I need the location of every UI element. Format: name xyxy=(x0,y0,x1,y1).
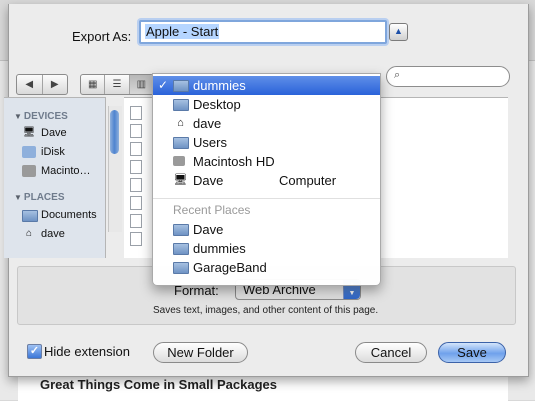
back-forward-control: ◀ ▶ xyxy=(16,74,68,95)
checkmark-icon: ✓ xyxy=(158,78,169,92)
location-menu: ✓ dummies Desktop ⌂ dave Users Macintosh… xyxy=(152,73,381,286)
sidebar-item-dave-home[interactable]: ⌂ dave xyxy=(22,228,65,240)
menu-item-recent-dave[interactable]: Dave xyxy=(153,220,380,239)
sidebar: ▼ DEVICES 🖥 Dave iDisk Macinto… ▼ PLACES Do… xyxy=(4,97,106,258)
cancel-button[interactable]: Cancel xyxy=(355,342,427,363)
menu-item-dave-home[interactable]: ⌂ dave xyxy=(153,114,380,133)
checkmark-icon: ✓ xyxy=(29,345,40,357)
menu-item-dummies-selected[interactable]: ✓ dummies xyxy=(153,76,380,95)
menu-item-recent-dummies[interactable]: dummies xyxy=(153,239,380,258)
disclosure-triangle-icon[interactable]: ▼ xyxy=(14,193,22,202)
sidebar-places-header: ▼ PLACES xyxy=(14,192,65,203)
home-icon: ⌂ xyxy=(25,228,33,239)
menu-item-users[interactable]: Users xyxy=(153,133,380,152)
menu-separator xyxy=(153,198,380,199)
idisk-icon xyxy=(22,146,36,158)
hide-extension-label[interactable]: Hide extension xyxy=(44,344,130,359)
document-icon xyxy=(130,124,142,138)
folder-icon xyxy=(173,79,189,92)
filename-field[interactable]: Apple - Start xyxy=(139,20,387,44)
document-icon xyxy=(130,214,142,228)
folder-icon xyxy=(173,136,189,149)
imac-icon: 🖥 xyxy=(22,127,36,138)
sidebar-item-idisk[interactable]: iDisk xyxy=(22,146,65,158)
search-icon: ⌕ xyxy=(394,69,401,81)
recent-places-header: Recent Places xyxy=(173,203,251,217)
hide-extension-checkbox[interactable]: ✓ xyxy=(27,344,42,359)
sidebar-item-dave[interactable]: 🖥 Dave xyxy=(22,127,67,139)
harddisk-icon xyxy=(22,165,36,177)
folder-icon xyxy=(22,209,38,222)
sidebar-item-macintosh[interactable]: Macinto… xyxy=(22,165,91,177)
folder-icon xyxy=(173,98,189,111)
view-mode-control: ▦ ☰ ▥ xyxy=(80,74,154,95)
document-icon xyxy=(130,232,142,246)
filename-text: Apple - Start xyxy=(145,24,220,39)
computer-icon: 🖥 xyxy=(173,174,188,186)
collapse-dialog-button[interactable]: ▲ xyxy=(389,23,408,41)
list-view-button[interactable]: ☰ xyxy=(105,75,130,94)
chevron-up-icon: ▲ xyxy=(394,26,403,36)
document-icon xyxy=(130,178,142,192)
harddisk-icon xyxy=(173,156,185,166)
icon-view-button[interactable]: ▦ xyxy=(81,75,106,94)
document-icon xyxy=(130,160,142,174)
article-title: Great Things Come in Small Packages xyxy=(40,377,277,392)
column-view-button[interactable]: ▥ xyxy=(129,75,153,94)
menu-item-recent-garageband[interactable]: GarageBand xyxy=(153,258,380,277)
menu-item-macintosh-hd[interactable]: Macintosh HD xyxy=(153,152,380,171)
back-button[interactable]: ◀ xyxy=(17,75,43,94)
folder-icon xyxy=(173,223,189,236)
search-field[interactable]: ⌕ xyxy=(386,66,510,87)
folder-icon xyxy=(173,261,189,274)
forward-button[interactable]: ▶ xyxy=(43,75,68,94)
sidebar-devices-header: ▼ DEVICES xyxy=(14,111,68,122)
sidebar-scroll-thumb[interactable] xyxy=(110,110,119,154)
document-icon xyxy=(130,106,142,120)
new-folder-button[interactable]: New Folder xyxy=(153,342,248,363)
menu-item-desktop[interactable]: Desktop xyxy=(153,95,380,114)
sidebar-item-documents[interactable]: Documents xyxy=(22,209,97,222)
disclosure-triangle-icon[interactable]: ▼ xyxy=(14,112,22,121)
document-icon xyxy=(130,196,142,210)
export-as-label: Export As: xyxy=(72,29,132,44)
home-icon: ⌂ xyxy=(177,117,184,129)
menu-item-computer[interactable]: 🖥 Dave Computer xyxy=(153,171,380,190)
document-icon xyxy=(130,142,142,156)
folder-icon xyxy=(173,242,189,255)
format-description: Saves text, images, and other content of… xyxy=(153,305,379,316)
save-button[interactable]: Save xyxy=(438,342,506,363)
